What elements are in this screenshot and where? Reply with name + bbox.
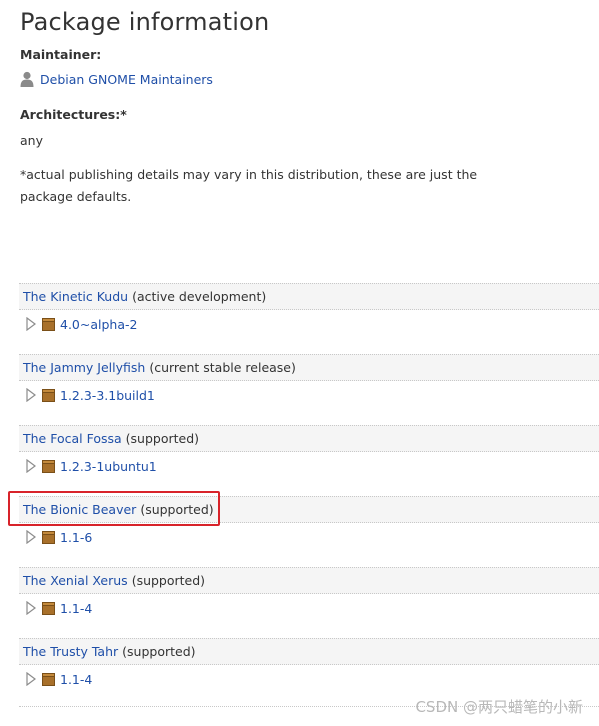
version-row: 1.2.3-3.1build1: [19, 381, 599, 409]
maintainer-link[interactable]: Debian GNOME Maintainers: [40, 72, 213, 87]
series-link[interactable]: The Bionic Beaver: [23, 502, 136, 517]
package-icon: [42, 530, 55, 544]
series-link[interactable]: The Kinetic Kudu: [23, 289, 128, 304]
triangle-right-icon[interactable]: [25, 600, 37, 616]
series-header-kinetic: The Kinetic Kudu (active development): [19, 283, 599, 310]
triangle-right-icon[interactable]: [25, 671, 37, 687]
series-status: (active development): [132, 289, 267, 304]
version-row: 1.1-4: [19, 665, 599, 693]
version-link[interactable]: 1.1-4: [60, 601, 92, 616]
version-link[interactable]: 1.1-6: [60, 530, 92, 545]
maintainer-label: Maintainer:: [20, 47, 102, 62]
series-header-trusty: The Trusty Tahr (supported): [19, 638, 599, 665]
version-link[interactable]: 1.2.3-3.1build1: [60, 388, 155, 403]
package-icon: [42, 388, 55, 402]
series-link[interactable]: The Jammy Jellyfish: [23, 360, 145, 375]
series-header-jammy: The Jammy Jellyfish (current stable rele…: [19, 354, 599, 381]
version-row: 4.0~alpha-2: [19, 310, 599, 338]
footnote: *actual publishing details may vary in t…: [20, 167, 478, 204]
package-icon: [42, 672, 55, 686]
version-link[interactable]: 1.2.3-1ubuntu1: [60, 459, 157, 474]
series-header-xenial: The Xenial Xerus (supported): [19, 567, 599, 594]
architectures-label: Architectures:*: [20, 107, 127, 122]
series-link[interactable]: The Xenial Xerus: [23, 573, 128, 588]
page-title: Package information: [20, 8, 270, 36]
triangle-right-icon[interactable]: [25, 529, 37, 545]
triangle-right-icon[interactable]: [25, 387, 37, 403]
version-row: 1.1-4: [19, 594, 599, 622]
version-row: 1.2.3-1ubuntu1: [19, 452, 599, 480]
package-icon: [42, 459, 55, 473]
package-icon: [42, 317, 55, 331]
series-status: (current stable release): [149, 360, 296, 375]
series-status: (supported): [140, 502, 214, 517]
series-link[interactable]: The Trusty Tahr: [23, 644, 118, 659]
series-status: (supported): [131, 573, 206, 588]
version-link[interactable]: 4.0~alpha-2: [60, 317, 137, 332]
version-link[interactable]: 1.1-4: [60, 672, 92, 687]
watermark: CSDN @两只蜡笔的小新: [415, 698, 583, 716]
series-list: The Kinetic Kudu (active development) 4.…: [19, 283, 599, 707]
series-status: (supported): [122, 644, 196, 659]
package-icon: [42, 601, 55, 615]
architectures-value: any: [20, 133, 43, 148]
triangle-right-icon[interactable]: [25, 316, 37, 332]
series-status: (supported): [125, 431, 200, 446]
version-row: 1.1-6: [19, 523, 599, 551]
maintainer-row: Debian GNOME Maintainers: [20, 70, 213, 88]
series-header-bionic: The Bionic Beaver (supported): [19, 496, 599, 523]
triangle-right-icon[interactable]: [25, 458, 37, 474]
series-link[interactable]: The Focal Fossa: [23, 431, 122, 446]
series-header-focal: The Focal Fossa (supported): [19, 425, 599, 452]
person-icon: [20, 71, 34, 87]
